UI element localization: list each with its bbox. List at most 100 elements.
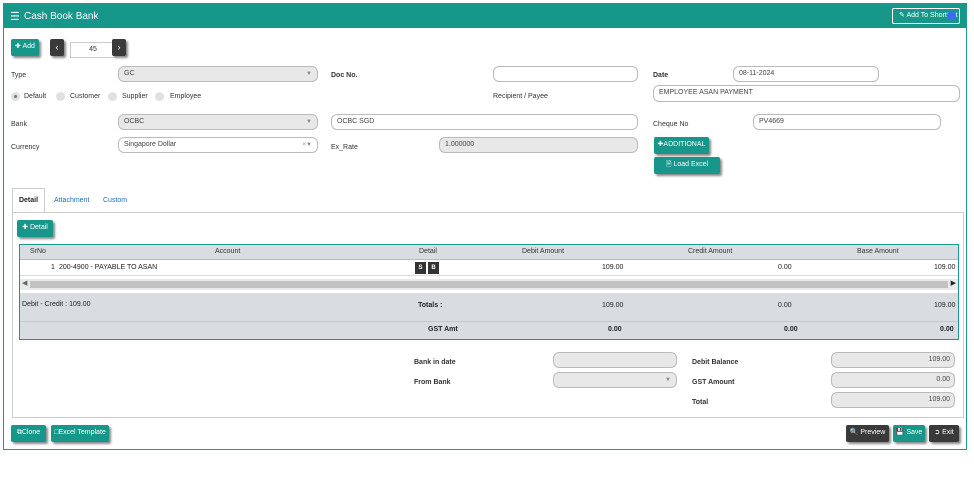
type-select[interactable]: GC ▼ [118, 66, 318, 82]
exit-button[interactable]: ➲ Exit [929, 425, 959, 442]
record-number-field[interactable]: 45 [70, 42, 116, 58]
chevron-right-icon: › [117, 42, 121, 52]
chevron-down-icon: ▼ [306, 71, 312, 77]
row-srno: 1 [51, 264, 55, 271]
scrollbar-thumb[interactable] [30, 281, 948, 288]
radio-default-label: Default [24, 93, 47, 100]
debit-credit-text: Debit - Credit : 109.00 [22, 301, 91, 308]
row-b-button[interactable]: B [428, 262, 439, 274]
date-label: Date [653, 72, 669, 79]
column-header-detail: Detail [419, 248, 437, 255]
column-header-account: Account [215, 248, 241, 255]
additional-button[interactable]: ✚ADDITIONAL [654, 137, 709, 154]
tab-custom[interactable]: Custom [103, 197, 127, 204]
ex-rate-input[interactable]: 1.000000 [439, 137, 638, 153]
horizontal-scrollbar[interactable]: ◀ ▶ [20, 279, 958, 290]
search-icon: 🔍 [849, 429, 859, 436]
totals-credit: 0.00 [778, 302, 792, 309]
radio-supplier-label: Supplier [122, 93, 148, 100]
debit-balance-value: 109.00 [831, 352, 955, 368]
bank-name-input[interactable]: OCBC SGD [331, 114, 638, 130]
column-header-srno: SrNo [30, 248, 46, 255]
currency-select[interactable]: Singapore Dollar ×▼ [118, 137, 318, 153]
chevron-down-icon: ▼ [306, 119, 312, 125]
excel-template-button[interactable]: □Excel Template [51, 425, 109, 442]
cheque-no-label: Cheque No [653, 121, 689, 128]
save-icon: 💾 [895, 429, 905, 436]
table-row[interactable]: 1 200-4900 - PAYABLE TO ASAN S B 109.00 … [20, 260, 958, 276]
total-label: Total [692, 399, 709, 406]
previous-record-button[interactable]: ‹ [50, 39, 64, 56]
radio-customer-label: Customer [70, 93, 101, 100]
title-bar: ☰ Cash Book Bank ✎ Add To ShortCut [4, 4, 966, 28]
currency-label: Currency [11, 144, 40, 151]
load-excel-button[interactable]: 🗎 Load Excel [654, 157, 720, 174]
scroll-left-icon[interactable]: ◀ [22, 279, 27, 287]
next-record-button[interactable]: › [112, 39, 126, 56]
grid-header: SrNo Account Detail Debit Amount Credit … [20, 245, 958, 260]
preview-button[interactable]: 🔍 Preview [846, 425, 889, 442]
cheque-no-input[interactable]: PV4669 [753, 114, 941, 130]
ex-rate-label: Ex_Rate [331, 144, 358, 151]
clear-dropdown-icon: ×▼ [302, 142, 312, 148]
page-title: Cash Book Bank [24, 11, 99, 22]
file-icon: 🗎 [665, 161, 672, 168]
chevron-left-icon: ‹ [55, 42, 59, 52]
gst-amount-value: 0.00 [831, 372, 955, 388]
gst-credit: 0.00 [784, 326, 798, 333]
from-bank-label: From Bank [414, 379, 451, 386]
hamburger-menu-icon[interactable]: ☰ [10, 10, 20, 23]
detail-panel: ✚ Detail SrNo Account Detail Debit Amoun… [12, 212, 964, 418]
add-detail-button[interactable]: ✚ Detail [17, 220, 53, 237]
bank-select[interactable]: OCBC ▼ [118, 114, 318, 130]
from-bank-select[interactable]: ▼ [553, 372, 677, 388]
save-button[interactable]: 💾 Save [893, 425, 925, 442]
window-frame: ☰ Cash Book Bank ✎ Add To ShortCut ✚ Add… [3, 3, 967, 450]
row-account: 200-4900 - PAYABLE TO ASAN [59, 264, 158, 271]
gst-amt-label: GST Amt [428, 326, 458, 333]
row-base: 109.00 [934, 264, 956, 271]
date-input[interactable]: 08-11-2024 [733, 66, 879, 82]
debit-balance-label: Debit Balance [692, 359, 739, 366]
row-credit: 0.00 [778, 264, 792, 271]
exit-icon: ➲ [934, 429, 941, 436]
radio-employee-label: Employee [170, 93, 202, 100]
gst-base: 0.00 [940, 326, 954, 333]
add-to-shortcut-button[interactable]: ✎ Add To ShortCut [892, 8, 960, 24]
radio-employee[interactable] [155, 92, 164, 101]
radio-supplier[interactable] [108, 92, 117, 101]
tab-bar: Detail Attachment Custom [12, 188, 960, 213]
gst-debit: 0.00 [608, 326, 622, 333]
gst-amount-label: GST Amount [692, 379, 735, 386]
bank-label: Bank [11, 121, 27, 128]
total-value: 109.00 [831, 392, 955, 408]
totals-divider [20, 321, 958, 322]
add-button[interactable]: ✚ Add [11, 39, 39, 56]
column-header-base-amount: Base Amount [857, 248, 899, 255]
totals-section: Debit - Credit : 109.00 Totals : 109.00 … [20, 293, 958, 339]
radio-customer[interactable] [56, 92, 65, 101]
scroll-right-icon[interactable]: ▶ [951, 279, 956, 287]
chevron-down-icon: ▼ [665, 377, 671, 383]
detail-grid: SrNo Account Detail Debit Amount Credit … [19, 244, 959, 340]
radio-default[interactable] [11, 92, 20, 101]
recipient-input[interactable]: EMPLOYEE ASAN PAYMENT [653, 85, 960, 102]
bank-in-date-input[interactable] [553, 352, 677, 368]
plus-icon: ✚ [15, 43, 21, 50]
shortcut-dot-icon [947, 11, 956, 20]
tab-attachment[interactable]: Attachment [54, 197, 89, 204]
doc-no-input[interactable] [493, 66, 638, 82]
row-s-button[interactable]: S [415, 262, 426, 274]
doc-no-label: Doc No. [331, 72, 358, 79]
totals-base: 109.00 [934, 302, 956, 309]
type-label: Type [11, 72, 27, 79]
clone-button[interactable]: ⧉Clone [11, 425, 46, 442]
plus-icon: ✚ [22, 224, 28, 231]
row-debit: 109.00 [602, 264, 624, 271]
totals-debit: 109.00 [602, 302, 624, 309]
column-header-credit-amount: Credit Amount [688, 248, 733, 255]
column-header-debit-amount: Debit Amount [522, 248, 565, 255]
bank-in-date-label: Bank in date [414, 359, 456, 366]
totals-label: Totals : [418, 302, 443, 309]
tab-detail[interactable]: Detail [12, 188, 45, 213]
